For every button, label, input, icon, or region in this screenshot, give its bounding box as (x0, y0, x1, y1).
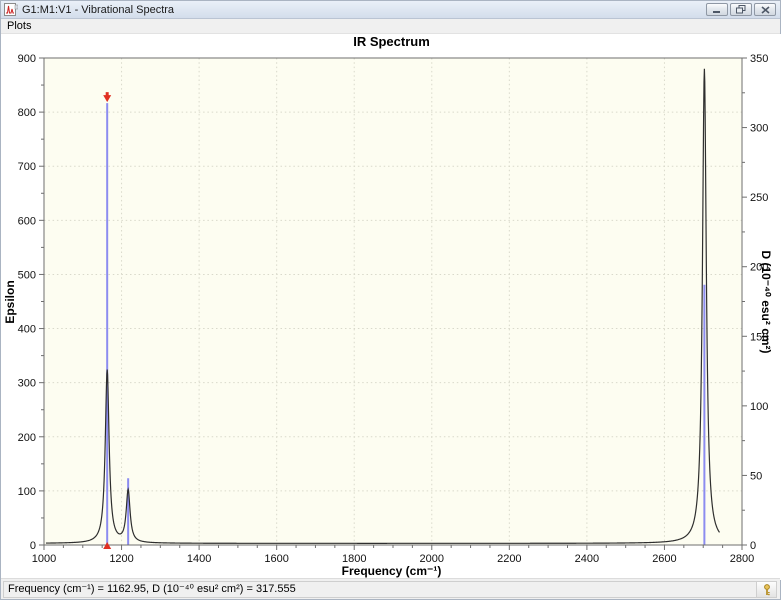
app-icon (4, 3, 19, 16)
restore-button[interactable] (730, 3, 752, 16)
menu-bar: Plots (1, 19, 780, 34)
svg-text:600: 600 (18, 215, 36, 227)
svg-text:200: 200 (18, 432, 36, 444)
minimize-button[interactable] (706, 3, 728, 16)
svg-text:100: 100 (18, 486, 36, 498)
svg-text:900: 900 (18, 53, 36, 65)
svg-text:300: 300 (750, 123, 768, 135)
svg-text:0: 0 (750, 540, 756, 552)
svg-text:700: 700 (18, 161, 36, 173)
svg-text:250: 250 (750, 192, 768, 204)
close-icon (760, 5, 770, 14)
y-axis-label-left: Epsilon (3, 280, 17, 324)
plot-background (44, 58, 742, 545)
y-axis-label-right: D (10⁻⁴⁰ esu² cm²) (759, 250, 773, 354)
svg-text:400: 400 (18, 324, 36, 336)
svg-text:50: 50 (750, 470, 762, 482)
menu-item-plots[interactable]: Plots (1, 19, 37, 33)
chart-area: IR Spectrum 1000 1200 1400 1600 1800 2000 2200… (1, 34, 781, 580)
svg-text:800: 800 (18, 107, 36, 119)
svg-text:500: 500 (18, 269, 36, 281)
status-bar: Frequency (cm⁻¹) = 1162.95, D (10⁻⁴⁰ esu… (1, 578, 780, 599)
restore-icon (736, 5, 746, 14)
svg-text:100: 100 (750, 401, 768, 413)
status-readout: Frequency (cm⁻¹) = 1162.95, D (10⁻⁴⁰ esu… (3, 581, 759, 598)
window-controls (706, 3, 776, 16)
title-bar[interactable]: G1:M1:V1 - Vibrational Spectra (1, 1, 780, 19)
svg-text:300: 300 (18, 378, 36, 390)
window-title: G1:M1:V1 - Vibrational Spectra (22, 3, 175, 16)
ir-spectrum-plot[interactable]: 1000 1200 1400 1600 1800 2000 2200 2400 2600 2800… (1, 34, 781, 580)
minimize-icon (713, 10, 720, 13)
x-axis-label: Frequency (cm⁻¹) (341, 564, 442, 578)
close-button[interactable] (754, 3, 776, 16)
svg-text:0: 0 (30, 540, 36, 552)
status-key-icon (763, 583, 770, 595)
svg-text:350: 350 (750, 53, 768, 65)
app-window: G1:M1:V1 - Vibrational Spectra Plots IR … (0, 0, 781, 600)
status-icon-button[interactable] (756, 581, 777, 598)
